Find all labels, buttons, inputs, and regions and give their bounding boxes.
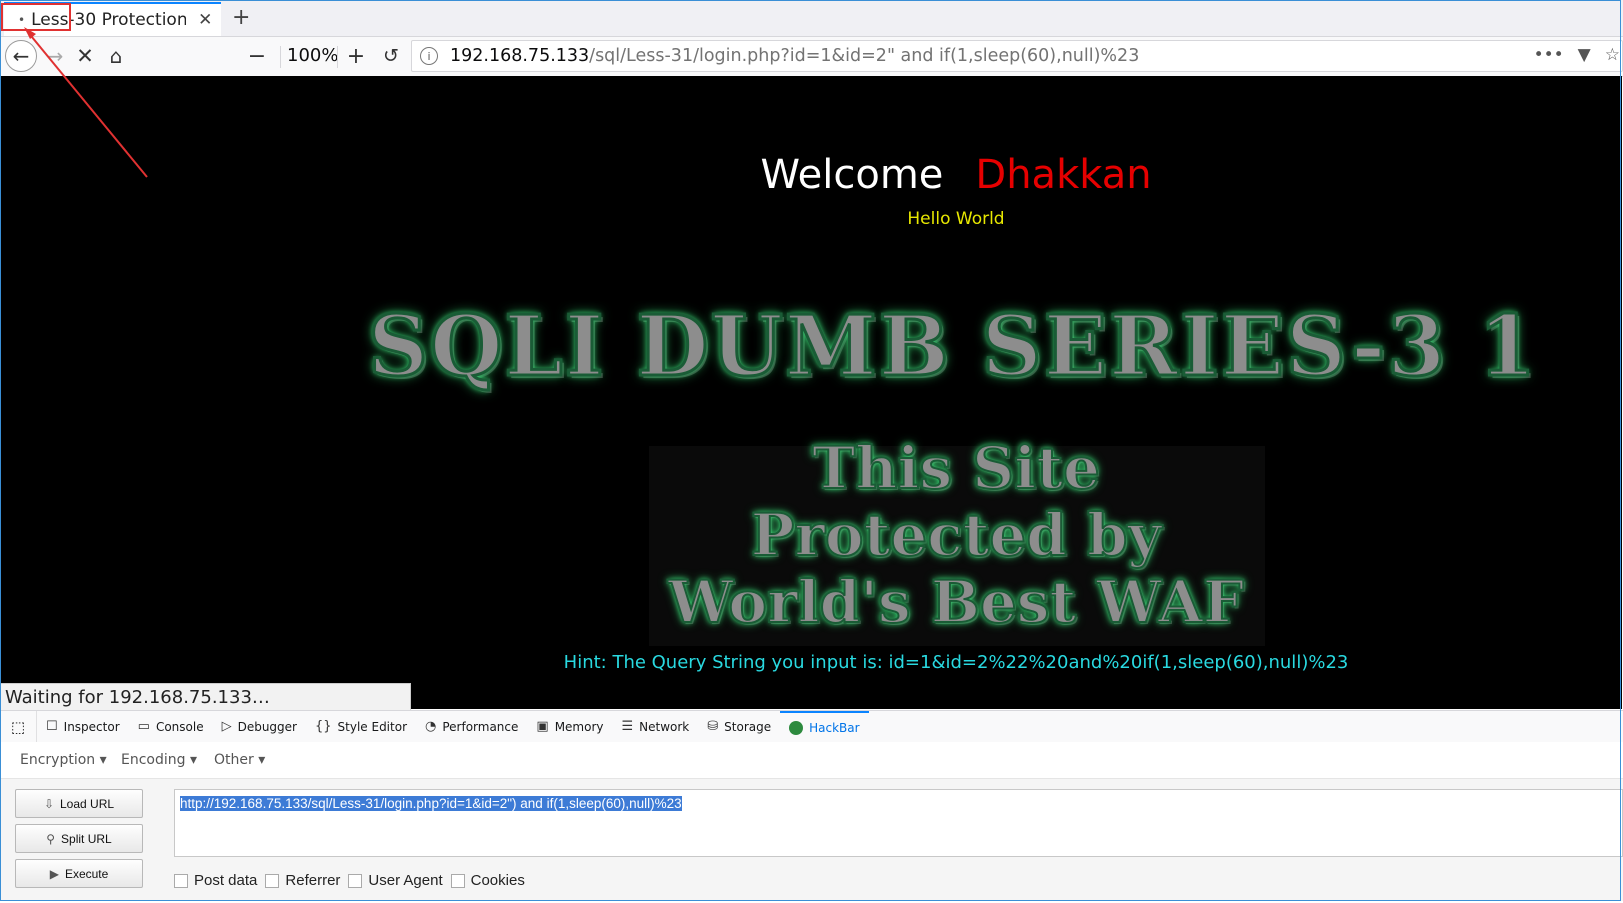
zoom-in-button[interactable]: +: [344, 42, 368, 70]
network-icon: ☰: [621, 719, 634, 734]
style-editor-icon: {}: [314, 719, 332, 734]
menu-label: Encoding: [121, 752, 186, 768]
url-tools: ••• ▼ ☆: [1534, 45, 1620, 65]
load-icon: ⇩: [43, 796, 54, 811]
tab-label: Storage: [724, 719, 772, 734]
selected-url-text: http://192.168.75.133/sql/Less-31/login.…: [180, 796, 682, 811]
button-label: Split URL: [61, 831, 112, 846]
welcome-text: Welcome: [760, 152, 944, 198]
button-label: Execute: [64, 866, 109, 881]
divider: [337, 46, 338, 68]
pocket-icon[interactable]: ▼: [1578, 45, 1591, 65]
waf-line-3: World's Best WAF: [667, 567, 1245, 637]
tab-strip: • Less-30 Protection with WAF ✕ +: [0, 0, 1623, 37]
url-text[interactable]: 192.168.75.133/sql/Less-31/login.php?id=…: [450, 46, 1139, 66]
forward-button[interactable]: →: [42, 42, 68, 70]
divider: [280, 46, 281, 68]
debugger-icon: ▷: [221, 719, 232, 734]
option-label: Referrer: [285, 872, 341, 889]
url-bar[interactable]: i 192.168.75.133/sql/Less-31/login.php?i…: [411, 40, 1623, 72]
option-label: Cookies: [470, 872, 525, 889]
tab-label: Network: [639, 719, 690, 734]
zoom-level[interactable]: 100%: [287, 45, 338, 66]
status-bar: Waiting for 192.168.75.133…: [1, 683, 411, 710]
tab-memory[interactable]: ▣ Memory: [527, 711, 612, 742]
tab-label: Performance: [442, 719, 519, 734]
tab-label: HackBar: [809, 720, 860, 735]
load-url-button[interactable]: ⇩ Load URL: [15, 789, 143, 818]
tab-label: Inspector: [63, 719, 120, 734]
url-host: 192.168.75.133: [450, 46, 590, 66]
annotation-box: [1, 3, 71, 31]
post-data-option[interactable]: Post data: [174, 872, 257, 889]
checkbox[interactable]: [174, 873, 188, 888]
menu-label: Other: [214, 752, 254, 768]
info-icon[interactable]: i: [420, 47, 438, 65]
welcome-heading: Welcome Dhakkan: [1, 152, 1622, 198]
option-label: User Agent: [368, 872, 443, 889]
split-icon: ⚲: [46, 831, 56, 846]
option-label: Post data: [194, 872, 258, 889]
tab-style-editor[interactable]: {} Style Editor: [306, 711, 416, 742]
hint-text: Hint: The Query String you input is: id=…: [563, 652, 1349, 673]
home-button[interactable]: ⌂: [103, 42, 129, 70]
tab-label: Console: [155, 719, 204, 734]
bookmark-star-icon[interactable]: ☆: [1605, 45, 1620, 65]
stop-button[interactable]: ✕: [72, 42, 98, 70]
hello-text: Hello World: [907, 209, 1005, 229]
tab-performance[interactable]: ◔ Performance: [416, 711, 527, 742]
user-agent-option[interactable]: User Agent: [348, 872, 443, 889]
user-name: Dhakkan: [975, 152, 1152, 198]
tab-label: Style Editor: [337, 719, 407, 734]
url-path: /sql/Less-31/login.php?id=1&id=2" and if…: [589, 46, 1140, 66]
chevron-down-icon: ▾: [189, 752, 198, 768]
hackbar-menu: Encryption ▾ Encoding ▾ Other ▾: [0, 742, 1623, 779]
chevron-down-icon: ▾: [99, 752, 107, 768]
menu-other[interactable]: Other ▾: [214, 752, 265, 768]
menu-encryption[interactable]: Encryption ▾: [20, 752, 107, 768]
url-textarea[interactable]: http://192.168.75.133/sql/Less-31/login.…: [174, 789, 1623, 857]
tab-network[interactable]: ☰ Network: [613, 711, 699, 742]
new-tab-icon[interactable]: +: [232, 5, 250, 30]
reload-button[interactable]: ↺: [378, 42, 404, 70]
menu-encoding[interactable]: Encoding ▾: [121, 752, 197, 768]
performance-icon: ◔: [425, 719, 437, 734]
console-icon: ▭: [137, 719, 150, 734]
checkbox[interactable]: [348, 873, 363, 888]
tab-label: Debugger: [237, 719, 297, 734]
waf-line-2: Protected by: [750, 500, 1163, 570]
play-icon: ▶: [49, 866, 59, 881]
element-picker-icon[interactable]: ⬚: [0, 711, 37, 742]
menu-label: Encryption: [20, 752, 96, 768]
hackbar-body: ⇩ Load URL ⚲ Split URL ▶ Execute http://192…: [0, 779, 1623, 901]
checkbox[interactable]: [265, 873, 280, 888]
checkbox[interactable]: [450, 873, 465, 888]
zoom-out-button[interactable]: −: [245, 42, 269, 70]
chevron-down-icon: ▾: [258, 752, 266, 768]
devtools-toolbar: ⬚ ☐ Inspector ▭ Console ▷ Debugger {} Style …: [0, 710, 1623, 743]
page-actions-icon[interactable]: •••: [1534, 45, 1564, 65]
waf-line-1: This Site: [811, 433, 1101, 503]
tab-hackbar[interactable]: HackBar: [780, 711, 869, 742]
series-banner: SQLI DUMB SERIES-3 1: [367, 296, 1538, 397]
tab-inspector[interactable]: ☐ Inspector: [37, 711, 129, 742]
tab-close-icon[interactable]: ✕: [198, 10, 212, 30]
hackbar-icon: [789, 720, 804, 735]
tab-console[interactable]: ▭ Console: [129, 711, 213, 742]
inspector-icon: ☐: [46, 719, 58, 734]
storage-icon: ⛁: [707, 719, 719, 734]
hackbar-options: Post data Referrer User Agent Cookies: [174, 872, 525, 889]
tab-label: Memory: [554, 719, 604, 734]
split-url-button[interactable]: ⚲ Split URL: [15, 824, 143, 853]
memory-icon: ▣: [536, 719, 549, 734]
page-content: Welcome Dhakkan Hello World SQLI DUMB SER…: [1, 76, 1622, 709]
tab-storage[interactable]: ⛁ Storage: [698, 711, 780, 742]
cookies-option[interactable]: Cookies: [450, 872, 525, 889]
execute-button[interactable]: ▶ Execute: [15, 859, 143, 888]
button-label: Load URL: [60, 796, 115, 811]
nav-bar: ← → ✕ ⌂ − 100% + ↺ i 192.168.75.133/sql/…: [0, 37, 1623, 77]
referrer-option[interactable]: Referrer: [265, 872, 340, 889]
tab-debugger[interactable]: ▷ Debugger: [213, 711, 306, 742]
back-button[interactable]: ←: [5, 40, 37, 72]
